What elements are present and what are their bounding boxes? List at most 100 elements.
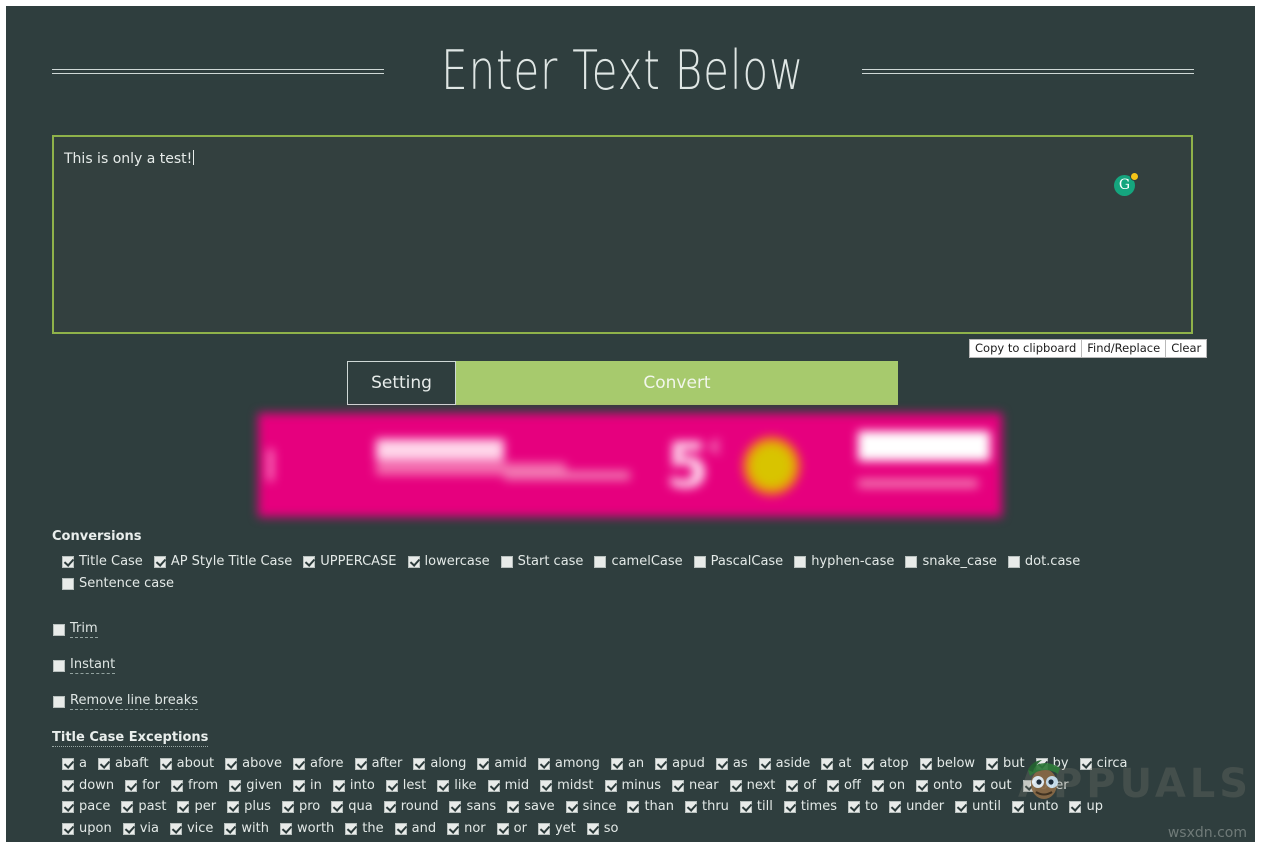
checkbox[interactable] — [693, 556, 706, 568]
checkbox[interactable] — [331, 801, 344, 813]
option-remove-line-breaks[interactable]: Remove line breaks — [53, 694, 199, 710]
exception-vice[interactable]: vice — [169, 822, 213, 836]
checkbox[interactable] — [537, 758, 550, 770]
exception-at[interactable]: at — [821, 757, 851, 771]
find-replace-button[interactable]: Find/Replace — [1082, 340, 1167, 357]
checkbox[interactable] — [437, 780, 450, 792]
setting-button[interactable]: Setting — [347, 361, 456, 405]
checkbox[interactable] — [507, 801, 520, 813]
conversion-pascalcase[interactable]: PascalCase — [693, 555, 783, 569]
checkbox[interactable] — [889, 801, 902, 813]
exception-till[interactable]: till — [739, 800, 773, 814]
grammarly-icon[interactable]: G — [1114, 172, 1139, 196]
exception-lest[interactable]: lest — [385, 779, 426, 793]
copy-to-clipboard-button[interactable]: Copy to clipboard — [970, 340, 1083, 357]
checkbox[interactable] — [594, 556, 607, 568]
checkbox[interactable] — [97, 758, 110, 770]
checkbox[interactable] — [973, 780, 986, 792]
exception-afore[interactable]: afore — [293, 757, 344, 771]
conversion-dot-case[interactable]: dot.case — [1007, 555, 1080, 569]
exception-given[interactable]: given — [229, 779, 282, 793]
option-instant-checkbox[interactable] — [53, 660, 65, 672]
checkbox[interactable] — [1079, 758, 1092, 770]
exception-from[interactable]: from — [170, 779, 218, 793]
exception-atop[interactable]: atop — [862, 757, 909, 771]
exception-so[interactable]: so — [586, 822, 619, 836]
exception-among[interactable]: among — [537, 757, 600, 771]
advertisement-banner[interactable]: 5 € — [258, 413, 1002, 517]
checkbox[interactable] — [540, 780, 553, 792]
checkbox[interactable] — [758, 758, 771, 770]
checkbox[interactable] — [848, 801, 860, 813]
checkbox[interactable] — [447, 823, 460, 835]
exception-into[interactable]: into — [332, 779, 375, 793]
checkbox[interactable] — [280, 823, 293, 835]
checkbox[interactable] — [62, 578, 74, 590]
checkbox[interactable] — [354, 758, 367, 770]
exception-near[interactable]: near — [672, 779, 719, 793]
exception-thru[interactable]: thru — [684, 800, 729, 814]
exception-abaft[interactable]: abaft — [97, 757, 149, 771]
exception-unto[interactable]: unto — [1011, 800, 1058, 814]
exception-an[interactable]: an — [610, 757, 644, 771]
checkbox[interactable] — [1011, 801, 1024, 813]
checkbox[interactable] — [407, 556, 420, 568]
option-trim[interactable]: Trim — [53, 622, 98, 638]
checkbox[interactable] — [122, 823, 135, 835]
checkbox[interactable] — [715, 758, 728, 770]
checkbox[interactable] — [627, 801, 640, 813]
exception-pace[interactable]: pace — [62, 800, 110, 814]
exception-yet[interactable]: yet — [537, 822, 576, 836]
exception-of[interactable]: of — [786, 779, 816, 793]
exception-below[interactable]: below — [919, 757, 975, 771]
checkbox[interactable] — [62, 823, 74, 835]
text-input-area[interactable]: This is only a test! — [52, 135, 1193, 334]
exception-round[interactable]: round — [383, 800, 438, 814]
checkbox[interactable] — [496, 823, 509, 835]
checkbox[interactable] — [385, 780, 398, 792]
checkbox[interactable] — [170, 780, 183, 792]
checkbox[interactable] — [153, 556, 166, 568]
checkbox[interactable] — [684, 801, 697, 813]
checkbox[interactable] — [919, 758, 932, 770]
exception-since[interactable]: since — [565, 800, 616, 814]
option-trim-checkbox[interactable] — [53, 624, 65, 636]
exception-in[interactable]: in — [293, 779, 322, 793]
checkbox[interactable] — [610, 758, 623, 770]
checkbox[interactable] — [862, 758, 875, 770]
exception-to[interactable]: to — [848, 800, 878, 814]
exception-mid[interactable]: mid — [487, 779, 529, 793]
exception-and[interactable]: and — [394, 822, 436, 836]
option-instant[interactable]: Instant — [53, 658, 116, 674]
checkbox[interactable] — [225, 758, 238, 770]
checkbox[interactable] — [477, 758, 490, 770]
checkbox[interactable] — [293, 758, 305, 770]
checkbox[interactable] — [986, 758, 999, 770]
exception-about[interactable]: about — [159, 757, 214, 771]
checkbox[interactable] — [303, 556, 316, 568]
exception-for[interactable]: for — [125, 779, 160, 793]
conversion-snake-case[interactable]: snake_case — [905, 555, 997, 569]
exception-aside[interactable]: aside — [758, 757, 810, 771]
checkbox[interactable] — [655, 758, 668, 770]
exception-after[interactable]: after — [354, 757, 402, 771]
exception-over[interactable]: over — [1022, 779, 1069, 793]
exception-on[interactable]: on — [871, 779, 905, 793]
checkbox[interactable] — [871, 780, 884, 792]
checkbox[interactable] — [783, 801, 796, 813]
exception-until[interactable]: until — [955, 800, 1001, 814]
conversion-sentence-case[interactable]: Sentence case — [62, 577, 174, 591]
exception-apud[interactable]: apud — [655, 757, 705, 771]
exception-off[interactable]: off — [826, 779, 861, 793]
exception-nor[interactable]: nor — [447, 822, 486, 836]
checkbox[interactable] — [826, 780, 839, 792]
ad-cta-button[interactable] — [858, 431, 990, 461]
exception-onto[interactable]: onto — [916, 779, 962, 793]
checkbox[interactable] — [1035, 758, 1048, 770]
checkbox[interactable] — [1007, 556, 1020, 568]
checkbox[interactable] — [905, 556, 918, 568]
checkbox[interactable] — [955, 801, 968, 813]
checkbox[interactable] — [227, 801, 240, 813]
checkbox[interactable] — [739, 801, 752, 813]
checkbox[interactable] — [413, 758, 426, 770]
